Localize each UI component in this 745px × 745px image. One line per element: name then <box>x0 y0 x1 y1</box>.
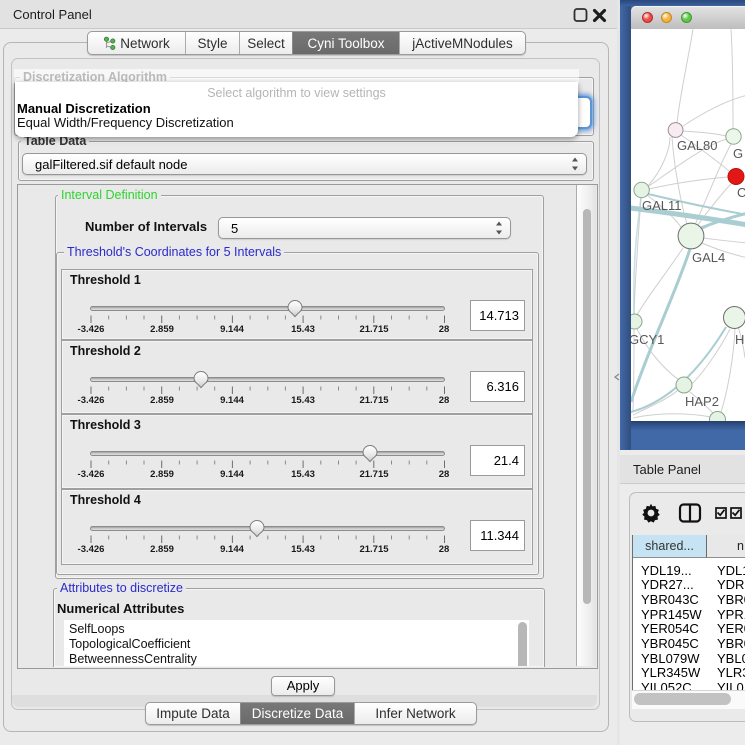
svg-text:GAL4: GAL4 <box>692 250 725 265</box>
svg-text:H: H <box>735 332 744 347</box>
svg-text:GCY1: GCY1 <box>631 332 664 347</box>
svg-text:GAL11: GAL11 <box>642 198 682 213</box>
svg-text:C: C <box>737 185 745 200</box>
svg-text:G: G <box>733 146 743 161</box>
svg-text:HAP2: HAP2 <box>685 394 719 409</box>
svg-text:GAL80: GAL80 <box>677 138 717 153</box>
